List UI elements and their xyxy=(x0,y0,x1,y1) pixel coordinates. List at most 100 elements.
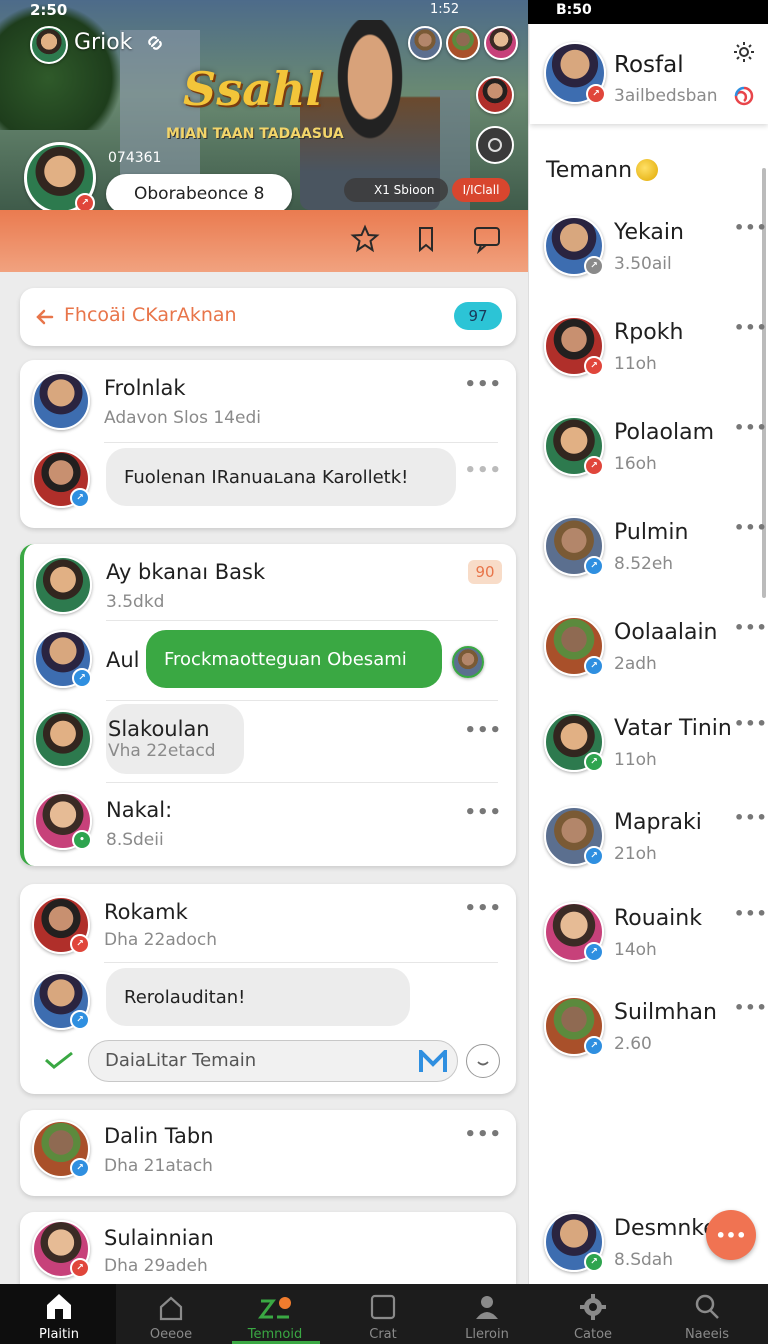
friend-more-icon[interactable]: ••• xyxy=(734,998,768,1017)
message-input[interactable]: DaiaLitar Temain xyxy=(88,1040,458,1082)
friend-avatar[interactable]: ↗ xyxy=(544,806,604,866)
friend-avatar[interactable]: ↗ xyxy=(544,316,604,376)
message-bubble[interactable]: Rerolauditan! xyxy=(106,968,410,1026)
friend-name[interactable]: Yekain xyxy=(614,220,684,245)
nav-item-5[interactable]: Lleroin xyxy=(432,1284,542,1344)
friend-name[interactable]: Polaolam xyxy=(614,420,714,445)
friend-sub: 8.52eh xyxy=(614,554,674,574)
nav-home[interactable]: Plaitin xyxy=(4,1284,114,1344)
chat-sub: Adavon Slos 14edi xyxy=(104,408,261,428)
top-avatar-4[interactable] xyxy=(476,76,514,114)
friend-more-icon[interactable]: ••• xyxy=(734,618,768,637)
profile-status-pill[interactable]: Oborabeonce 8 xyxy=(106,174,292,214)
friend-avatar[interactable]: ↗ xyxy=(544,216,604,276)
friend-more-icon[interactable]: ••• xyxy=(734,808,768,827)
chat-name: Rokamk xyxy=(104,900,188,924)
message-icon[interactable] xyxy=(472,224,502,258)
status-dot: ↗ xyxy=(70,1158,90,1178)
chat-name: Dalin Tabn xyxy=(104,1124,214,1148)
friend-sub: 14oh xyxy=(614,940,657,960)
smile-emoji-icon xyxy=(636,159,659,181)
message-bubble[interactable]: Fuolenan IRanuaʟana Karolletk! xyxy=(106,448,456,506)
more-icon[interactable]: ••• xyxy=(464,802,502,823)
more-icon[interactable]: ••• xyxy=(464,1124,502,1145)
friend-more-icon[interactable]: ••• xyxy=(734,518,768,537)
nav-label: Oeeoe xyxy=(149,1327,193,1342)
nav-item-4[interactable]: Crat xyxy=(328,1284,438,1344)
status-dot: ↗ xyxy=(584,556,604,576)
level-tag[interactable]: X1 Sbioon xyxy=(344,178,448,202)
message-bubble-sent[interactable]: Frockmaotteguan Obesami xyxy=(146,630,442,688)
more-icon[interactable]: ••• xyxy=(464,898,502,919)
friend-avatar[interactable]: ↗ xyxy=(544,712,604,772)
friend-name[interactable]: Rpokh xyxy=(614,320,683,345)
friend-avatar[interactable]: ↗ xyxy=(544,902,604,962)
avatar: ↗ xyxy=(32,896,90,954)
friend-more-icon[interactable]: ••• xyxy=(734,418,768,437)
chat-sub: Dha 21atach xyxy=(104,1156,213,1176)
top-avatar-1[interactable] xyxy=(408,26,442,60)
input-placeholder: DaiaLitar Temain xyxy=(105,1050,257,1071)
friends-title-text: Temann xyxy=(546,158,633,183)
friend-more-icon[interactable]: ••• xyxy=(734,218,768,237)
chat-tag[interactable]: I/IClall xyxy=(452,178,510,202)
fab-more-button[interactable]: ••• xyxy=(706,1210,756,1260)
chat-sub: Dha 29adeh xyxy=(104,1256,208,1276)
search-bar[interactable]: Fhcoäi CKarAknan 97 xyxy=(20,288,516,346)
nav-label: Lleroin xyxy=(465,1327,509,1342)
more-icon[interactable]: ••• xyxy=(464,374,502,395)
chat-card-2[interactable]: Ay bkanaı Bask 3.5dkd 90 ↗ Aul Frockmaot… xyxy=(20,544,516,866)
chat-card-3[interactable]: ↗ Rokamk Dha 22adoch ••• ↗ Rerolauditan!… xyxy=(20,884,516,1094)
avatar: ↗ xyxy=(34,630,92,688)
nav-item-3[interactable]: Temnoid xyxy=(220,1284,330,1344)
nav-item-2[interactable]: Oeeoe xyxy=(116,1284,226,1344)
nav-item-7[interactable]: Naeeis xyxy=(652,1284,762,1344)
more-icon[interactable]: ••• xyxy=(464,720,502,741)
friend-more-icon[interactable]: ••• xyxy=(734,714,768,733)
status-icons: 1:52 xyxy=(430,2,459,17)
friend-name[interactable]: Vatar Tinin xyxy=(614,716,732,741)
spiral-icon[interactable] xyxy=(732,84,756,108)
link-icon[interactable] xyxy=(144,32,166,54)
emoji-icon[interactable] xyxy=(466,1044,500,1078)
back-arrow-icon[interactable] xyxy=(34,306,56,328)
unread-badge: 90 xyxy=(468,560,502,584)
friend-avatar[interactable]: ↗ xyxy=(544,1212,604,1272)
user-avatar[interactable] xyxy=(30,26,68,64)
friend-name[interactable]: Oolaalain xyxy=(614,620,718,645)
camera-icon[interactable] xyxy=(476,126,514,164)
friend-more-icon[interactable]: ••• xyxy=(734,318,768,337)
status-dot: ↗ xyxy=(584,256,604,276)
chat-name-bubble[interactable]: Slakoulan Vha 22etacd xyxy=(106,704,244,774)
chat-card-1[interactable]: Frolnlak Adavon Slos 14edi ••• ↗ Fuolena… xyxy=(20,360,516,528)
friend-avatar[interactable]: ↗ xyxy=(544,516,604,576)
friend-avatar[interactable]: ↗ xyxy=(544,616,604,676)
top-avatar-2[interactable] xyxy=(446,26,480,60)
friend-sub: 21oh xyxy=(614,844,657,864)
status-dot: ↗ xyxy=(70,1258,90,1278)
top-avatar-3[interactable] xyxy=(484,26,518,60)
friend-name[interactable]: Rouaink xyxy=(614,906,702,931)
right-profile-card[interactable]: ↗ Rosfal 3ailbedsban xyxy=(530,24,768,124)
profile-avatar-large[interactable]: ↗ xyxy=(24,142,96,214)
friend-more-icon[interactable]: ••• xyxy=(734,904,768,923)
right-status-bar: B:50 xyxy=(528,0,768,24)
chat-card-4[interactable]: ↗ Dalin Tabn Dha 21atach ••• xyxy=(20,1110,516,1196)
nav-item-6[interactable]: Catoe xyxy=(538,1284,648,1344)
chat-tag-label: I/IClall xyxy=(462,183,500,197)
game-subtitle: MIAN TAAN TADAASUA xyxy=(166,126,344,142)
send-icon[interactable] xyxy=(419,1050,447,1074)
settings-gear-icon[interactable] xyxy=(732,40,756,64)
nav-label: Temnoid xyxy=(247,1327,303,1342)
star-icon[interactable] xyxy=(350,224,380,258)
friend-avatar[interactable]: ↗ xyxy=(544,996,604,1056)
gear-icon xyxy=(580,1294,606,1320)
person-icon xyxy=(476,1296,498,1319)
friend-avatar[interactable]: ↗ xyxy=(544,416,604,476)
bookmark-icon[interactable] xyxy=(412,224,442,258)
friend-name[interactable]: Pulmin xyxy=(614,520,688,545)
status-dot: ↗ xyxy=(584,942,604,962)
friend-name[interactable]: Suilmhan xyxy=(614,1000,717,1025)
friend-name[interactable]: Mapraki xyxy=(614,810,702,835)
more-icon[interactable]: ••• xyxy=(464,460,502,481)
